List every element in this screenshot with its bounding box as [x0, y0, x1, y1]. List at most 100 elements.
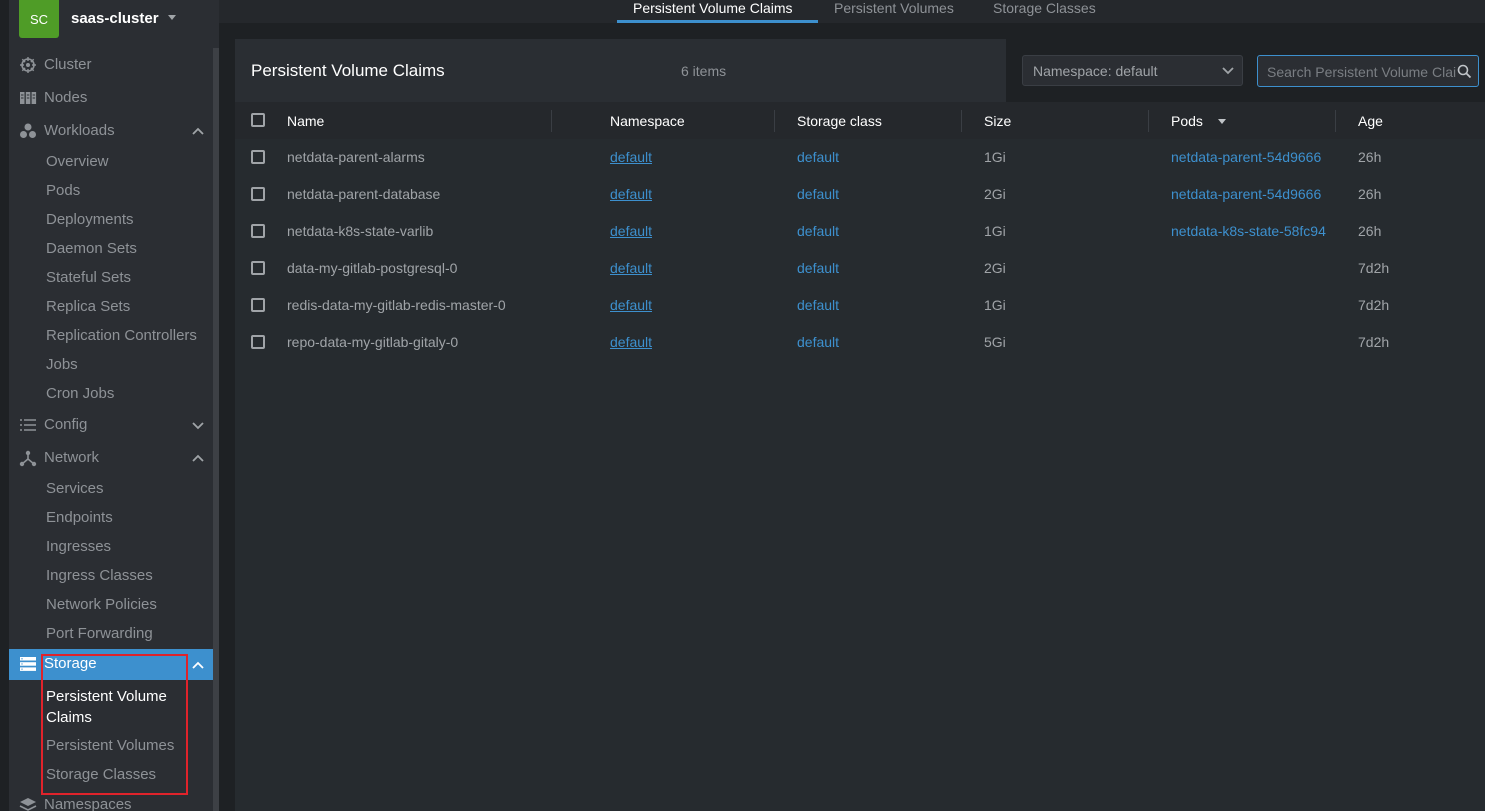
- row-checkbox[interactable]: [251, 224, 265, 238]
- sidebar-subitem-persistent-volumes[interactable]: Persistent Volumes: [46, 737, 174, 754]
- sidebar-subitem-daemon-sets[interactable]: Daemon Sets: [46, 240, 137, 257]
- sidebar-item-network[interactable]: Network: [9, 445, 213, 471]
- cell-name: netdata-parent-database: [287, 186, 441, 202]
- cell-size: 2Gi: [984, 260, 1006, 276]
- sidebar-subitem-network-policies[interactable]: Network Policies: [46, 596, 157, 613]
- sidebar-item-storage[interactable]: Storage: [9, 649, 213, 680]
- cell-name: data-my-gitlab-postgresql-0: [287, 260, 458, 276]
- sidebar-subitem-ingress-classes[interactable]: Ingress Classes: [46, 567, 153, 584]
- page-title: Persistent Volume Claims: [251, 61, 445, 80]
- cell-namespace-link[interactable]: default: [610, 223, 652, 239]
- sidebar-subitem-replication-controllers[interactable]: Replication Controllers: [46, 327, 197, 344]
- cell-age: 7d2h: [1358, 297, 1390, 313]
- sidebar-subitem-jobs[interactable]: Jobs: [46, 356, 78, 373]
- cell-pods-link[interactable]: netdata-k8s-state-58fc94: [1171, 223, 1334, 239]
- sidebar-subitem-services[interactable]: Services: [46, 480, 104, 497]
- cell-size: 1Gi: [984, 297, 1006, 313]
- row-checkbox[interactable]: [251, 150, 265, 164]
- sidebar-item-label: Config: [44, 416, 88, 433]
- sidebar-item-nodes[interactable]: Nodes: [9, 85, 213, 111]
- sidebar-subitem-overview[interactable]: Overview: [46, 153, 109, 170]
- chevron-up-icon[interactable]: [191, 659, 205, 671]
- tab-storage-classes[interactable]: Storage Classes: [993, 0, 1096, 16]
- tab-bar: Persistent Volume Claims Persistent Volu…: [219, 0, 1485, 23]
- column-divider[interactable]: [961, 110, 962, 132]
- column-divider[interactable]: [551, 110, 552, 132]
- cell-size: 5Gi: [984, 334, 1006, 350]
- nodes-icon: [20, 92, 37, 104]
- cell-namespace-link[interactable]: default: [610, 260, 652, 276]
- table-row[interactable]: redis-data-my-gitlab-redis-master-0 defa…: [235, 287, 1485, 324]
- cell-size: 2Gi: [984, 186, 1006, 202]
- sidebar-item-cluster[interactable]: Cluster: [9, 52, 213, 78]
- cell-age: 7d2h: [1358, 334, 1390, 350]
- column-header-pods[interactable]: Pods: [1171, 113, 1203, 129]
- sidebar-item-workloads[interactable]: Workloads: [9, 118, 213, 144]
- cluster-name[interactable]: saas-cluster: [71, 10, 159, 27]
- cell-pods-link[interactable]: netdata-parent-54d9666: [1171, 149, 1334, 165]
- column-header-namespace[interactable]: Namespace: [610, 113, 685, 129]
- sidebar-subitem-port-forwarding[interactable]: Port Forwarding: [46, 625, 153, 642]
- cell-namespace-link[interactable]: default: [610, 297, 652, 313]
- sidebar-subitem-persistent-volume-claims[interactable]: Persistent Volume Claims: [46, 686, 186, 728]
- table-row[interactable]: netdata-parent-database default default …: [235, 176, 1485, 213]
- table-row[interactable]: data-my-gitlab-postgresql-0 default defa…: [235, 250, 1485, 287]
- sidebar-subitem-storage-classes[interactable]: Storage Classes: [46, 766, 156, 783]
- cell-storage-class-link[interactable]: default: [797, 297, 839, 313]
- cell-age: 26h: [1358, 223, 1382, 239]
- sidebar-item-label: Nodes: [44, 89, 88, 106]
- cell-storage-class-link[interactable]: default: [797, 186, 839, 202]
- search-box[interactable]: [1257, 55, 1479, 87]
- column-header-age[interactable]: Age: [1358, 113, 1383, 129]
- cell-pods-link[interactable]: netdata-parent-54d9666: [1171, 186, 1334, 202]
- chevron-down-icon[interactable]: [191, 419, 205, 431]
- chevron-up-icon[interactable]: [191, 125, 205, 137]
- sort-desc-icon[interactable]: [1218, 119, 1226, 124]
- row-checkbox[interactable]: [251, 298, 265, 312]
- column-divider[interactable]: [774, 110, 775, 132]
- sidebar-item-config[interactable]: Config: [9, 412, 213, 438]
- caret-down-icon[interactable]: [168, 15, 176, 20]
- column-divider[interactable]: [1335, 110, 1336, 132]
- cell-size: 1Gi: [984, 149, 1006, 165]
- sidebar-subitem-stateful-sets[interactable]: Stateful Sets: [46, 269, 131, 286]
- sidebar-subitem-pods[interactable]: Pods: [46, 182, 80, 199]
- cell-storage-class-link[interactable]: default: [797, 260, 839, 276]
- sidebar-subitem-cron-jobs[interactable]: Cron Jobs: [46, 385, 114, 402]
- sidebar-subitem-ingresses[interactable]: Ingresses: [46, 538, 111, 555]
- cluster-avatar[interactable]: SC: [19, 0, 59, 38]
- sidebar-subitem-deployments[interactable]: Deployments: [46, 211, 134, 228]
- sidebar-subitem-endpoints[interactable]: Endpoints: [46, 509, 113, 526]
- column-divider[interactable]: [1148, 110, 1149, 132]
- cell-storage-class-link[interactable]: default: [797, 334, 839, 350]
- chevron-up-icon[interactable]: [191, 452, 205, 464]
- cell-storage-class-link[interactable]: default: [797, 223, 839, 239]
- search-icon[interactable]: [1457, 64, 1472, 79]
- cell-storage-class-link[interactable]: default: [797, 149, 839, 165]
- cell-size: 1Gi: [984, 223, 1006, 239]
- namespace-select[interactable]: Namespace: default: [1022, 55, 1243, 86]
- table-row[interactable]: netdata-parent-alarms default default 1G…: [235, 139, 1485, 176]
- row-checkbox[interactable]: [251, 187, 265, 201]
- cell-namespace-link[interactable]: default: [610, 334, 652, 350]
- cell-namespace-link[interactable]: default: [610, 149, 652, 165]
- cell-namespace-link[interactable]: default: [610, 186, 652, 202]
- table-row[interactable]: netdata-k8s-state-varlib default default…: [235, 213, 1485, 250]
- column-header-storage-class[interactable]: Storage class: [797, 113, 882, 129]
- row-checkbox[interactable]: [251, 261, 265, 275]
- row-checkbox[interactable]: [251, 335, 265, 349]
- cluster-header[interactable]: SC saas-cluster: [9, 0, 219, 38]
- column-header-name[interactable]: Name: [287, 113, 324, 129]
- table-row[interactable]: repo-data-my-gitlab-gitaly-0 default def…: [235, 324, 1485, 361]
- sidebar-item-namespaces[interactable]: Namespaces: [9, 792, 213, 811]
- hotbar: [0, 0, 9, 811]
- namespace-select-value: Namespace: default: [1033, 63, 1158, 79]
- search-input[interactable]: [1267, 62, 1457, 82]
- storage-icon: [20, 657, 36, 671]
- tab-persistent-volumes[interactable]: Persistent Volumes: [834, 0, 954, 16]
- sidebar-subitem-replica-sets[interactable]: Replica Sets: [46, 298, 130, 315]
- select-all-checkbox[interactable]: [251, 113, 265, 127]
- content-header: Persistent Volume Claims 6 items Namespa…: [235, 39, 1485, 102]
- tab-persistent-volume-claims[interactable]: Persistent Volume Claims: [633, 0, 793, 16]
- column-header-size[interactable]: Size: [984, 113, 1011, 129]
